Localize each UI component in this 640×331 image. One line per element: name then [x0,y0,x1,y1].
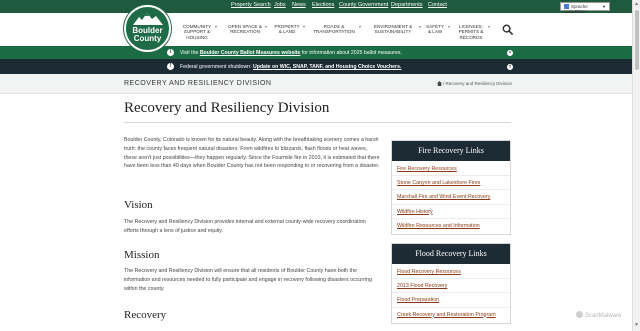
nav-label: Safety & Law [426,24,444,35]
close-icon[interactable]: × [507,50,513,56]
flood-recovery-link[interactable]: Flood Preparation [392,293,510,308]
logo-text-line2: County [133,34,162,43]
fire-recovery-link[interactable]: Fire Recovery Resources [392,162,510,177]
fire-recovery-panel: Fire Recovery Links Fire Recovery Resour… [391,140,511,235]
alert-ballot-measures: i Visit the Boulder County Ballot Measur… [0,46,632,59]
panel-title: Flood Recovery Links [392,244,510,264]
language-select[interactable]: Sprache auswählen ▼ [560,2,610,14]
nav-open-space-recreation[interactable]: Open Space & Recreation ▾ [228,24,267,35]
shutdown-update-link[interactable]: Update on WIC, SNAP, TANF, and Housing C… [253,64,401,70]
fire-recovery-link[interactable]: Wildfire Resources and Information [392,219,510,233]
vision-paragraph: The Recovery and Resiliency Division pro… [124,219,366,234]
mission-heading: Mission [124,249,160,261]
boulder-county-logo[interactable]: Boulder County [124,5,171,52]
chevron-down-icon: ▾ [214,24,217,29]
breadcrumb-current: / Recovery and Resiliency Division [442,81,512,86]
chevron-down-icon: ▾ [264,24,267,29]
search-icon[interactable] [502,24,513,35]
flood-recovery-link[interactable]: 2013 Flood Recovery [392,279,510,294]
flood-recovery-link[interactable]: Creek Recovery and Restoration Program [392,308,510,322]
nav-label: Licenses, Permits & Records [458,24,484,40]
ballot-measures-link[interactable]: Boulder County Ballot Measures website [200,50,301,56]
breadcrumb: / Recovery and Resiliency Division [436,81,512,86]
scroll-up-arrow-icon[interactable]: ▲ [634,1,639,7]
mountain-icon [133,13,163,25]
mission-paragraph: The Recovery and Resiliency Division wil… [124,268,372,292]
intro-paragraph: Boulder County, Colorado is known for it… [124,137,380,170]
utility-link-contact[interactable]: Contact [428,2,447,8]
nav-label: Roads & Transportation [313,24,355,35]
scroll-down-arrow-icon[interactable]: ▼ [634,322,639,328]
nav-label: Community Support & Housing [182,24,212,40]
section-title: Recovery and Resiliency Division [124,80,272,87]
nav-community-support-housing[interactable]: Community Support & Housing ▾ [182,24,217,40]
fire-recovery-link[interactable]: Marshall Fire and Wind Event Recovery [392,190,510,205]
close-icon[interactable]: × [507,64,513,70]
flood-recovery-panel: Flood Recovery Links Flood Recovery Reso… [391,243,511,324]
utility-bar: Property Search Jobs News Elections Coun… [0,0,632,14]
scanmalware-logo-icon [576,311,583,318]
section-header: Recovery and Resiliency Division / Recov… [0,74,632,94]
chevron-down-icon: ▼ [602,4,606,9]
nav-label: Open Space & Recreation [228,24,262,35]
warning-icon: ! [167,63,174,70]
divider [124,122,511,123]
alert-text-post: for information about 2025 ballot measur… [300,50,402,56]
utility-link-jobs[interactable]: Jobs [274,2,286,8]
watermark-text: ScanMalware [585,313,622,319]
watermark: ScanMalware [576,311,621,319]
info-icon: i [167,49,174,56]
nav-roads-transportation[interactable]: Roads & Transportation ▾ [312,24,361,35]
recovery-heading: Recovery [124,309,167,321]
nav-label: Property & Land [274,24,300,35]
alert-text: Federal government shutdown: Update on W… [180,64,401,70]
site-header: Community Support & Housing ▾ Open Space … [0,13,632,46]
alert-text-pre: Visit the [180,50,200,56]
page-title: Recovery and Resiliency Division [124,100,330,116]
utility-link-property-search[interactable]: Property Search [231,2,271,8]
scroll-thumb[interactable] [635,10,639,70]
chevron-down-icon: ▾ [358,24,361,29]
utility-link-elections[interactable]: Elections [312,2,334,8]
vision-heading: Vision [124,199,153,211]
alert-text: Visit the Boulder County Ballot Measures… [180,50,402,56]
fire-recovery-link[interactable]: Stone Canyon and Lakeshore Fires [392,176,510,191]
utility-link-news[interactable]: News [292,2,306,8]
chevron-down-icon: ▾ [447,24,450,29]
flood-recovery-link[interactable]: Flood Recovery Resources [392,265,510,280]
fire-recovery-link[interactable]: Wildfire History [392,205,510,219]
nav-label: Environment & Sustainability [373,24,413,35]
nav-safety-law[interactable]: Safety & Law ▾ [425,24,450,35]
nav-property-land[interactable]: Property & Land ▾ [274,24,305,35]
utility-link-county-government[interactable]: County Government [339,2,388,8]
chevron-down-icon: ▾ [487,24,490,29]
scrollbar[interactable]: ▲ ▼ [632,0,640,331]
home-icon[interactable] [436,81,442,86]
alert-shutdown: ! Federal government shutdown: Update on… [0,59,632,74]
alert-text-pre: Federal government shutdown: [180,64,253,70]
chevron-down-icon: ▾ [418,24,421,29]
chevron-down-icon: ▾ [302,24,305,29]
panel-title: Fire Recovery Links [392,141,510,161]
nav-licenses-permits-records[interactable]: Licenses, Permits & Records ▾ [457,24,490,40]
utility-link-departments[interactable]: Departments [391,2,423,8]
nav-environment-sustainability[interactable]: Environment & Sustainability ▾ [370,24,421,35]
